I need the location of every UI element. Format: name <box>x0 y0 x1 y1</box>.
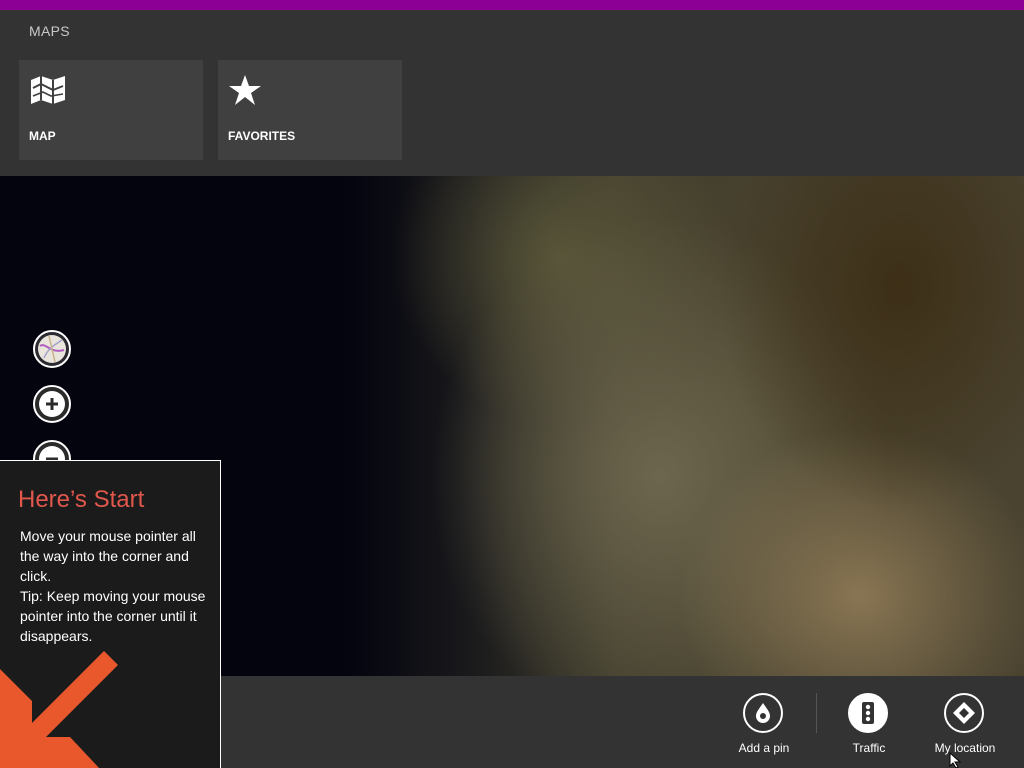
start-tip-flyout: Here’s Start Move your mouse pointer all… <box>0 460 221 768</box>
tip-body: Move your mouse pointer all the way into… <box>20 526 210 646</box>
map-style-button[interactable] <box>33 330 71 368</box>
location-icon <box>944 693 984 733</box>
add-pin-button[interactable]: Add a pin <box>716 676 812 768</box>
tile-label-map: MAP <box>29 129 56 143</box>
my-location-label: My location <box>934 741 996 755</box>
pin-icon <box>743 693 783 733</box>
map-icon <box>29 74 67 111</box>
zoom-in-icon <box>35 391 69 425</box>
maps-app: MAPS MAP FAVORITES Add a pin Traffic My … <box>0 0 1024 768</box>
top-app-bar: MAPS MAP FAVORITES <box>0 10 1024 176</box>
traffic-light-icon <box>848 693 888 733</box>
nav-tile-favorites[interactable]: FAVORITES <box>218 60 402 160</box>
tip-instruction: Move your mouse pointer all the way into… <box>20 528 196 584</box>
accent-bar <box>0 0 1024 10</box>
zoom-in-button[interactable] <box>33 385 71 423</box>
command-separator <box>816 693 817 733</box>
add-pin-label: Add a pin <box>738 741 790 755</box>
arrow-down-left-icon <box>0 651 120 768</box>
tip-title: Here’s Start <box>18 486 145 513</box>
tile-label-favorites: FAVORITES <box>228 129 296 143</box>
traffic-button[interactable]: Traffic <box>821 676 917 768</box>
nav-tile-map[interactable]: MAP <box>19 60 203 160</box>
mouse-cursor-icon <box>949 751 963 768</box>
app-title: MAPS <box>29 23 70 39</box>
tip-hint: Tip: Keep moving your mouse pointer into… <box>20 588 206 644</box>
my-location-button[interactable]: My location <box>917 676 1013 768</box>
traffic-label: Traffic <box>852 741 886 755</box>
star-icon <box>228 74 262 111</box>
